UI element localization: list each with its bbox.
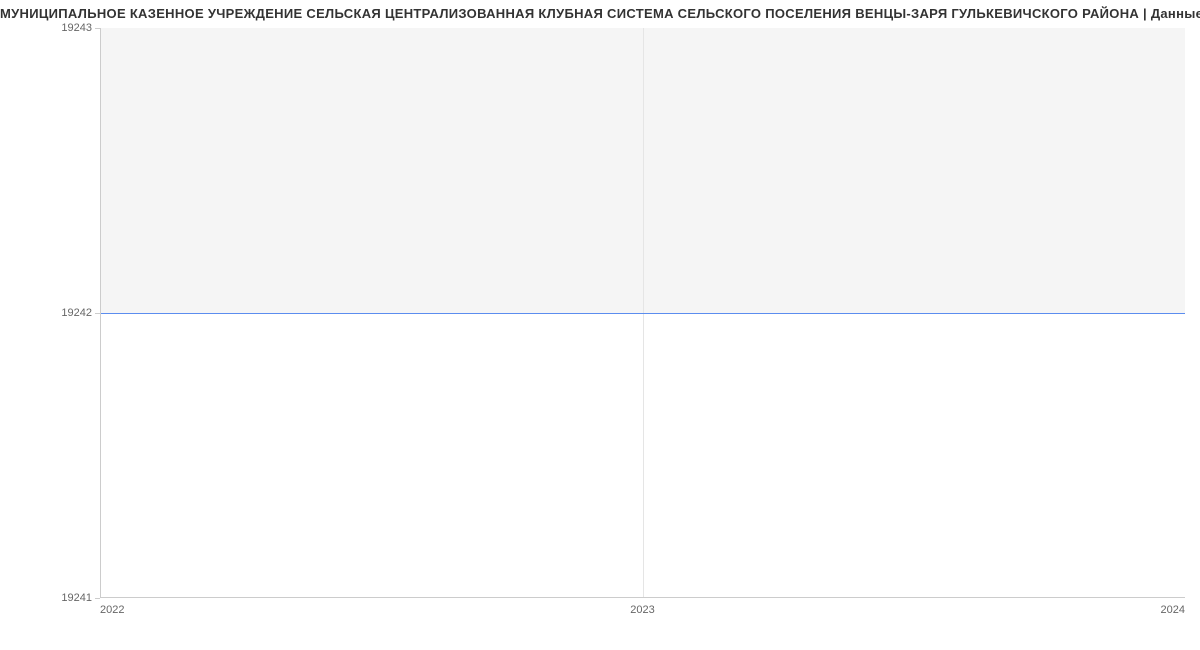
x-tick-label: 2023 (630, 604, 654, 616)
y-tick-label: 19242 (61, 307, 92, 319)
x-axis (100, 597, 1185, 598)
y-tick-mark (95, 313, 100, 314)
plot-area (100, 28, 1185, 598)
chart-plot: 19243 19242 19241 2022 2023 2024 (100, 28, 1185, 598)
series-line (100, 313, 1185, 314)
y-tick-mark (95, 598, 100, 599)
y-axis (100, 28, 101, 598)
chart-title: МУНИЦИПАЛЬНОЕ КАЗЕННОЕ УЧРЕЖДЕНИЕ СЕЛЬСК… (0, 0, 1200, 29)
y-tick-label: 19241 (61, 592, 92, 604)
x-tick-label: 2024 (1161, 604, 1185, 616)
y-tick-mark (95, 28, 100, 29)
y-tick-label: 19243 (61, 22, 92, 34)
x-tick-label: 2022 (100, 604, 124, 616)
